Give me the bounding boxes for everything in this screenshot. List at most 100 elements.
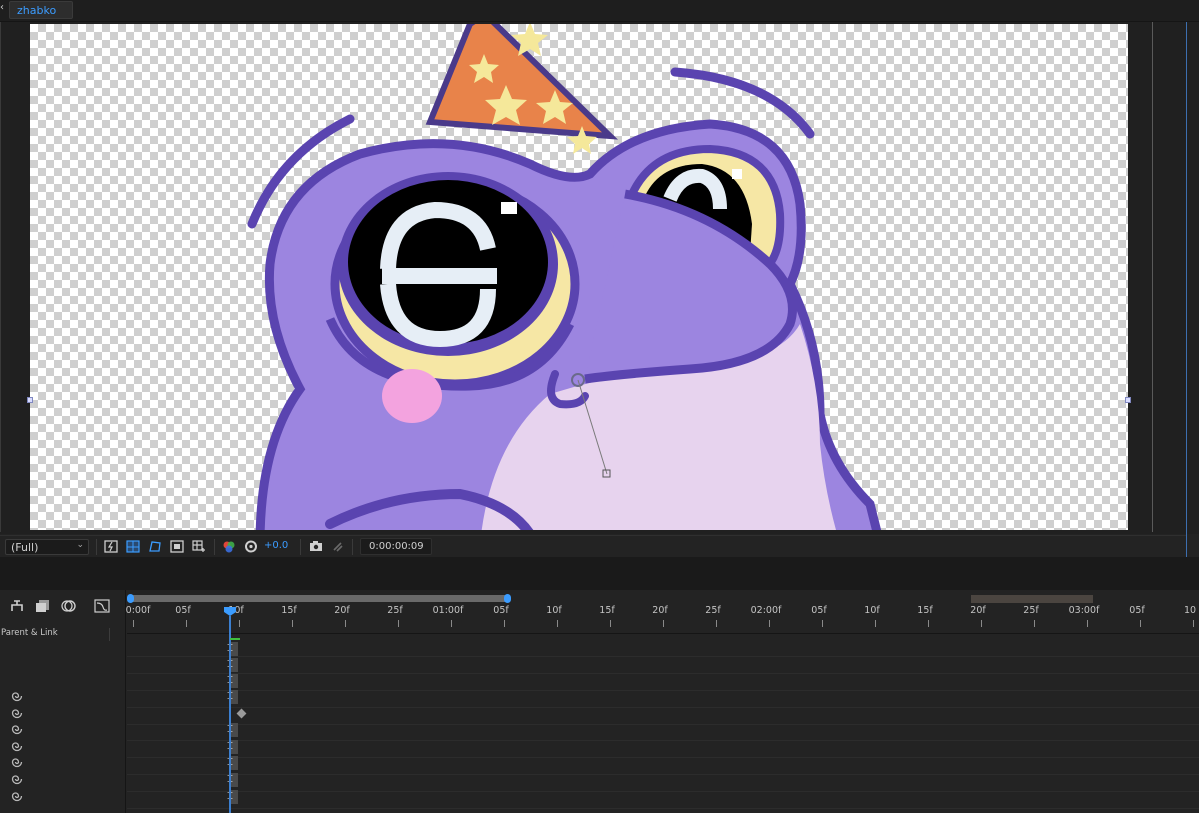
parent-pickwhip-icon[interactable] (11, 740, 23, 752)
composition-tab-bar: ‹ zhabko (0, 0, 1199, 22)
ruler-tick-label: 25f (387, 605, 403, 616)
region-of-interest-icon[interactable] (170, 540, 184, 553)
toolbar-separator (300, 539, 301, 555)
frog-artwork (247, 24, 882, 530)
parent-pickwhip-icon[interactable] (11, 690, 23, 702)
motion-blur-icon[interactable] (61, 599, 77, 613)
ruler-tick-label: 20f (970, 605, 986, 616)
viewer-toolbar: (Full) ⌄ +0.0 0:00:00:09 (0, 535, 1186, 557)
parent-pickwhip-icon[interactable] (11, 707, 23, 719)
toolbar-separator (96, 539, 97, 555)
parent-link-column-header[interactable]: Parent & Link (0, 628, 110, 641)
toolbar-separator (352, 539, 353, 555)
transparency-grid-icon[interactable] (126, 540, 140, 553)
after-effects-window: ‹ zhabko (Full) ⌄ +0.0 0:00:00:09 Parent… (0, 0, 1199, 813)
ruler-tick-label: 10f (864, 605, 880, 616)
work-area-start-handle[interactable] (127, 594, 134, 603)
magnification-dropdown[interactable]: (Full) ⌄ (5, 539, 89, 555)
parent-pickwhip-icon[interactable] (11, 723, 23, 735)
party-hat (425, 24, 619, 154)
ruler-tick-label: 0:00f (125, 605, 151, 616)
comp-mini-flowchart-icon[interactable] (9, 599, 25, 613)
ruler-tick-label: 10f (546, 605, 562, 616)
ruler-tick (928, 620, 929, 627)
ruler-tick (345, 620, 346, 627)
hide-shy-layers-icon[interactable] (35, 599, 51, 613)
parent-pickwhip-icon[interactable] (11, 790, 23, 802)
ruler-tick (557, 620, 558, 627)
composition-tab[interactable]: zhabko (9, 1, 73, 19)
track-row-divider (127, 707, 1199, 708)
ruler-tick-label: 05f (811, 605, 827, 616)
ruler-tick (822, 620, 823, 627)
current-time-display[interactable]: 0:00:00:09 (360, 538, 432, 555)
keyframe-diamond[interactable] (236, 708, 247, 719)
ruler-tick (769, 620, 770, 627)
composition-canvas[interactable] (30, 24, 1128, 530)
track-row-divider (127, 791, 1199, 792)
layer-bound-handle-left[interactable] (27, 397, 33, 403)
ruler-tick (133, 620, 134, 627)
reset-exposure-icon[interactable] (244, 540, 258, 553)
ruler-tick-label: 15f (281, 605, 297, 616)
track-row-divider (127, 740, 1199, 741)
track-row-divider (127, 774, 1199, 775)
ruler-tick (398, 620, 399, 627)
work-area-end-handle[interactable] (504, 594, 511, 603)
current-time-indicator-line[interactable] (229, 616, 231, 813)
track-row-divider (127, 808, 1199, 809)
ruler-tick (981, 620, 982, 627)
graph-editor-icon[interactable] (94, 599, 110, 613)
ruler-tick (716, 620, 717, 627)
parent-pickwhip-icon[interactable] (11, 773, 23, 785)
ruler-tick (239, 620, 240, 627)
ruler-tick (1193, 620, 1194, 627)
timeline-graph-area[interactable]: 0:00f 05f 10f 15f 20f 25f 01:00f 05f 10f 15f 20f 25… (125, 590, 1199, 813)
ruler-tick-label: 05f (493, 605, 509, 616)
ruler-tick-label: 03:00f (1068, 605, 1100, 616)
grid-guides-icon[interactable] (192, 540, 206, 553)
ruler-tick (504, 620, 505, 627)
track-row-divider (127, 656, 1199, 657)
ruler-tick-label: 15f (917, 605, 933, 616)
ruler-tick (451, 620, 452, 627)
ruler-tick (1140, 620, 1141, 627)
track-row-divider (127, 673, 1199, 674)
snapshot-camera-icon[interactable] (309, 540, 323, 553)
ruler-tick-label: 20f (652, 605, 668, 616)
panel-divider (0, 557, 1199, 590)
preview-cache-marker (230, 638, 240, 640)
ruler-tick-label: 15f (599, 605, 615, 616)
ruler-tick (663, 620, 664, 627)
layer-bound-handle-right[interactable] (1125, 397, 1131, 403)
ruler-tick (186, 620, 187, 627)
current-time-value: 0:00:00:09 (369, 541, 424, 552)
work-area-bar[interactable] (130, 595, 508, 602)
show-snapshot-icon[interactable] (331, 540, 345, 553)
time-navigator-bar[interactable] (971, 595, 1093, 603)
track-row-divider (127, 757, 1199, 758)
ruler-tick (1087, 620, 1088, 627)
cheek (382, 369, 442, 423)
ruler-tick-label: 10 (1183, 605, 1197, 616)
viewer-left-edge (0, 22, 30, 532)
ruler-tick (292, 620, 293, 627)
ruler-tick-label: 01:00f (432, 605, 464, 616)
toolbar-separator (214, 539, 215, 555)
ruler-tick-label: 02:00f (750, 605, 782, 616)
mask-visibility-icon[interactable] (148, 540, 162, 553)
magnification-value: (Full) (11, 541, 39, 554)
parent-pickwhip-icon[interactable] (11, 756, 23, 768)
ruler-tick (610, 620, 611, 627)
ruler-tick-label: 25f (1023, 605, 1039, 616)
composition-viewer[interactable] (0, 22, 1199, 557)
fast-previews-icon[interactable] (104, 540, 118, 553)
parent-link-label: Parent & Link (1, 628, 58, 638)
time-ruler[interactable]: 0:00f 05f 10f 15f 20f 25f 01:00f 05f 10f 15f 20f 25… (125, 604, 1199, 634)
exposure-value[interactable]: +0.0 (264, 540, 288, 551)
channel-rgb-icon[interactable] (222, 540, 236, 553)
ruler-tick-label: 05f (1129, 605, 1145, 616)
layer-outline: Parent & Link (0, 590, 126, 813)
chevron-down-icon: ⌄ (76, 540, 84, 550)
tab-back-arrow-icon[interactable]: ‹ (0, 2, 8, 13)
